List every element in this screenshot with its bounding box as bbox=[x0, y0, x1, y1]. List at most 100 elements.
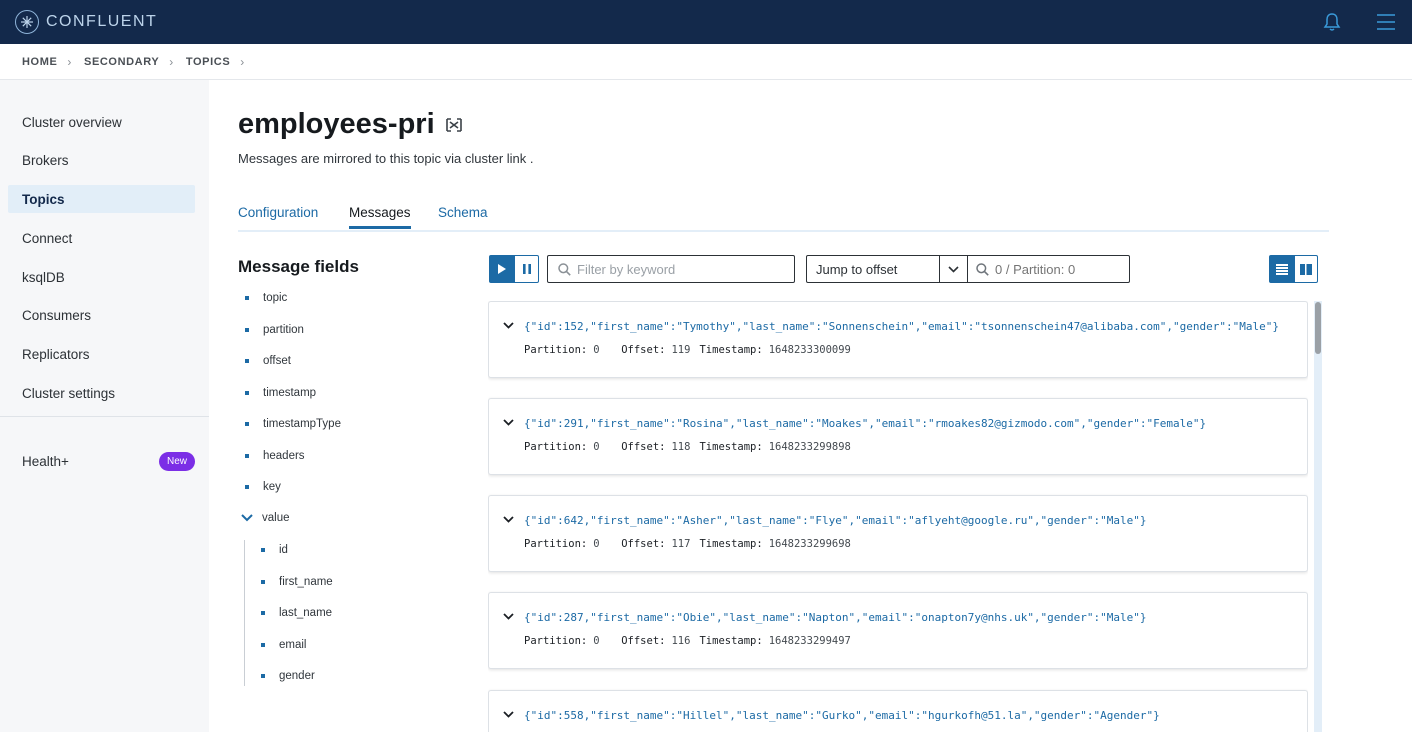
field-item-offset[interactable]: offset bbox=[245, 355, 291, 367]
field-item-value[interactable]: value bbox=[241, 512, 290, 524]
pause-button[interactable] bbox=[514, 255, 539, 283]
pause-icon bbox=[522, 264, 531, 274]
jump-to-offset-select[interactable]: Jump to offset bbox=[806, 255, 968, 283]
chevron-down-icon[interactable] bbox=[503, 419, 514, 426]
chevron-down-icon[interactable] bbox=[503, 516, 514, 523]
message-card[interactable]: {"id":152,"first_name":"Tymothy","last_n… bbox=[488, 301, 1308, 378]
message-fields-title: Message fields bbox=[238, 257, 359, 276]
sidebar-item-health-plus[interactable]: Health+ New bbox=[8, 447, 195, 475]
filter-keyword-field[interactable] bbox=[547, 255, 795, 283]
message-value: {"id":291,"first_name":"Rosina","last_na… bbox=[524, 417, 1207, 430]
jump-to-offset-label: Jump to offset bbox=[816, 261, 898, 277]
sidebar-item-cluster-overview[interactable]: Cluster overview bbox=[8, 108, 195, 136]
offset-partition-field[interactable] bbox=[967, 255, 1130, 283]
list-view-icon bbox=[1275, 263, 1288, 275]
sidebar-item-consumers[interactable]: Consumers bbox=[8, 301, 195, 329]
bell-icon[interactable] bbox=[1318, 8, 1346, 36]
field-item-timestamptype[interactable]: timestampType bbox=[245, 418, 341, 430]
partition-label: Partition: bbox=[524, 538, 588, 550]
message-card[interactable]: {"id":642,"first_name":"Asher","last_nam… bbox=[488, 495, 1308, 572]
message-value: {"id":642,"first_name":"Asher","last_nam… bbox=[524, 514, 1147, 527]
scrollbar-track[interactable] bbox=[1314, 301, 1322, 732]
message-value: {"id":152,"first_name":"Tymothy","last_n… bbox=[524, 320, 1279, 333]
message-list: {"id":152,"first_name":"Tymothy","last_n… bbox=[488, 301, 1308, 732]
breadcrumb: HOME › SECONDARY › TOPICS › bbox=[0, 44, 1412, 80]
bullet-icon bbox=[245, 296, 249, 300]
search-icon bbox=[976, 262, 989, 276]
field-item-key[interactable]: key bbox=[245, 481, 281, 493]
breadcrumb-home[interactable]: HOME bbox=[22, 56, 57, 68]
sidebar-item-connect[interactable]: Connect bbox=[8, 224, 195, 252]
chevron-right-icon: › bbox=[169, 54, 174, 69]
field-label: offset bbox=[263, 355, 291, 367]
top-navigation-bar: CONFLUENT bbox=[0, 0, 1412, 44]
field-item-topic[interactable]: topic bbox=[245, 292, 287, 304]
sidebar-item-label: Health+ bbox=[22, 453, 69, 469]
timestamp-value: 1648233300099 bbox=[768, 344, 851, 356]
partition-value: 0 bbox=[593, 635, 600, 647]
chevron-right-icon: › bbox=[67, 54, 73, 69]
partition-value: 0 bbox=[593, 538, 600, 550]
filter-keyword-input[interactable] bbox=[577, 261, 777, 277]
page-title: employees-pri bbox=[238, 108, 463, 141]
offset-value: 119 bbox=[671, 344, 691, 356]
chevron-down-icon[interactable] bbox=[503, 711, 514, 718]
field-item-value-first-name[interactable]: first_name bbox=[261, 576, 333, 588]
scrollbar-thumb[interactable] bbox=[1315, 302, 1321, 354]
field-item-partition[interactable]: partition bbox=[245, 324, 304, 336]
partition-value: 0 bbox=[593, 441, 600, 453]
field-item-value-email[interactable]: email bbox=[261, 639, 306, 651]
chevron-down-icon[interactable] bbox=[241, 514, 253, 522]
partition-label: Partition: bbox=[524, 441, 588, 453]
card-view-button[interactable] bbox=[1294, 255, 1318, 283]
message-value: {"id":287,"first_name":"Obie","last_name… bbox=[524, 611, 1147, 624]
field-label: partition bbox=[263, 324, 304, 336]
timestamp-label: Timestamp: bbox=[699, 538, 763, 550]
tab-configuration[interactable]: Configuration bbox=[238, 205, 318, 228]
bullet-icon bbox=[245, 422, 249, 426]
chevron-down-icon[interactable] bbox=[939, 256, 967, 282]
chevron-down-icon[interactable] bbox=[503, 322, 514, 329]
timestamp-value: 1648233299898 bbox=[768, 441, 851, 453]
tab-messages[interactable]: Messages bbox=[349, 205, 411, 229]
chevron-down-icon[interactable] bbox=[503, 613, 514, 620]
list-view-button[interactable] bbox=[1269, 255, 1294, 283]
message-card[interactable]: {"id":291,"first_name":"Rosina","last_na… bbox=[488, 398, 1308, 475]
sidebar-item-cluster-settings[interactable]: Cluster settings bbox=[8, 379, 195, 407]
offset-label: Offset: bbox=[621, 344, 666, 356]
offset-value: 117 bbox=[671, 538, 691, 550]
field-item-timestamp[interactable]: timestamp bbox=[245, 387, 316, 399]
sidebar-item-replicators[interactable]: Replicators bbox=[8, 340, 195, 368]
message-value: {"id":558,"first_name":"Hillel","last_na… bbox=[524, 709, 1160, 722]
partition-label: Partition: bbox=[524, 635, 588, 647]
card-view-icon bbox=[1300, 263, 1312, 275]
brand[interactable]: CONFLUENT bbox=[15, 10, 157, 34]
message-card[interactable]: {"id":558,"first_name":"Hillel","last_na… bbox=[488, 690, 1308, 732]
field-item-value-id[interactable]: id bbox=[261, 544, 288, 556]
offset-partition-input[interactable] bbox=[995, 261, 1125, 277]
timestamp-label: Timestamp: bbox=[699, 344, 763, 356]
breadcrumb-secondary[interactable]: SECONDARY bbox=[84, 56, 159, 68]
field-label: email bbox=[279, 639, 307, 651]
page-subtitle: Messages are mirrored to this topic via … bbox=[238, 151, 534, 166]
partition-label: Partition: bbox=[524, 344, 588, 356]
new-badge: New bbox=[158, 451, 195, 471]
sidebar-item-brokers[interactable]: Brokers bbox=[8, 146, 195, 174]
bullet-icon bbox=[245, 454, 249, 458]
message-card[interactable]: {"id":287,"first_name":"Obie","last_name… bbox=[488, 592, 1308, 669]
hamburger-menu-icon[interactable] bbox=[1372, 8, 1400, 36]
topic-name: employees-pri bbox=[238, 108, 435, 140]
confluent-logo-icon bbox=[15, 10, 39, 34]
play-button[interactable] bbox=[489, 255, 514, 283]
tab-schema[interactable]: Schema bbox=[438, 205, 488, 228]
sidebar-item-topics[interactable]: Topics bbox=[8, 185, 195, 213]
field-label: headers bbox=[263, 450, 305, 462]
sidebar-item-ksqldb[interactable]: ksqlDB bbox=[8, 263, 195, 291]
cluster-link-icon bbox=[445, 117, 463, 133]
topic-tabs: Configuration Messages Schema bbox=[238, 200, 1329, 232]
field-item-value-last-name[interactable]: last_name bbox=[261, 607, 332, 619]
field-item-headers[interactable]: headers bbox=[245, 450, 305, 462]
field-item-value-gender[interactable]: gender bbox=[261, 670, 315, 682]
breadcrumb-topics[interactable]: TOPICS bbox=[186, 56, 230, 68]
timestamp-value: 1648233299497 bbox=[768, 635, 851, 647]
